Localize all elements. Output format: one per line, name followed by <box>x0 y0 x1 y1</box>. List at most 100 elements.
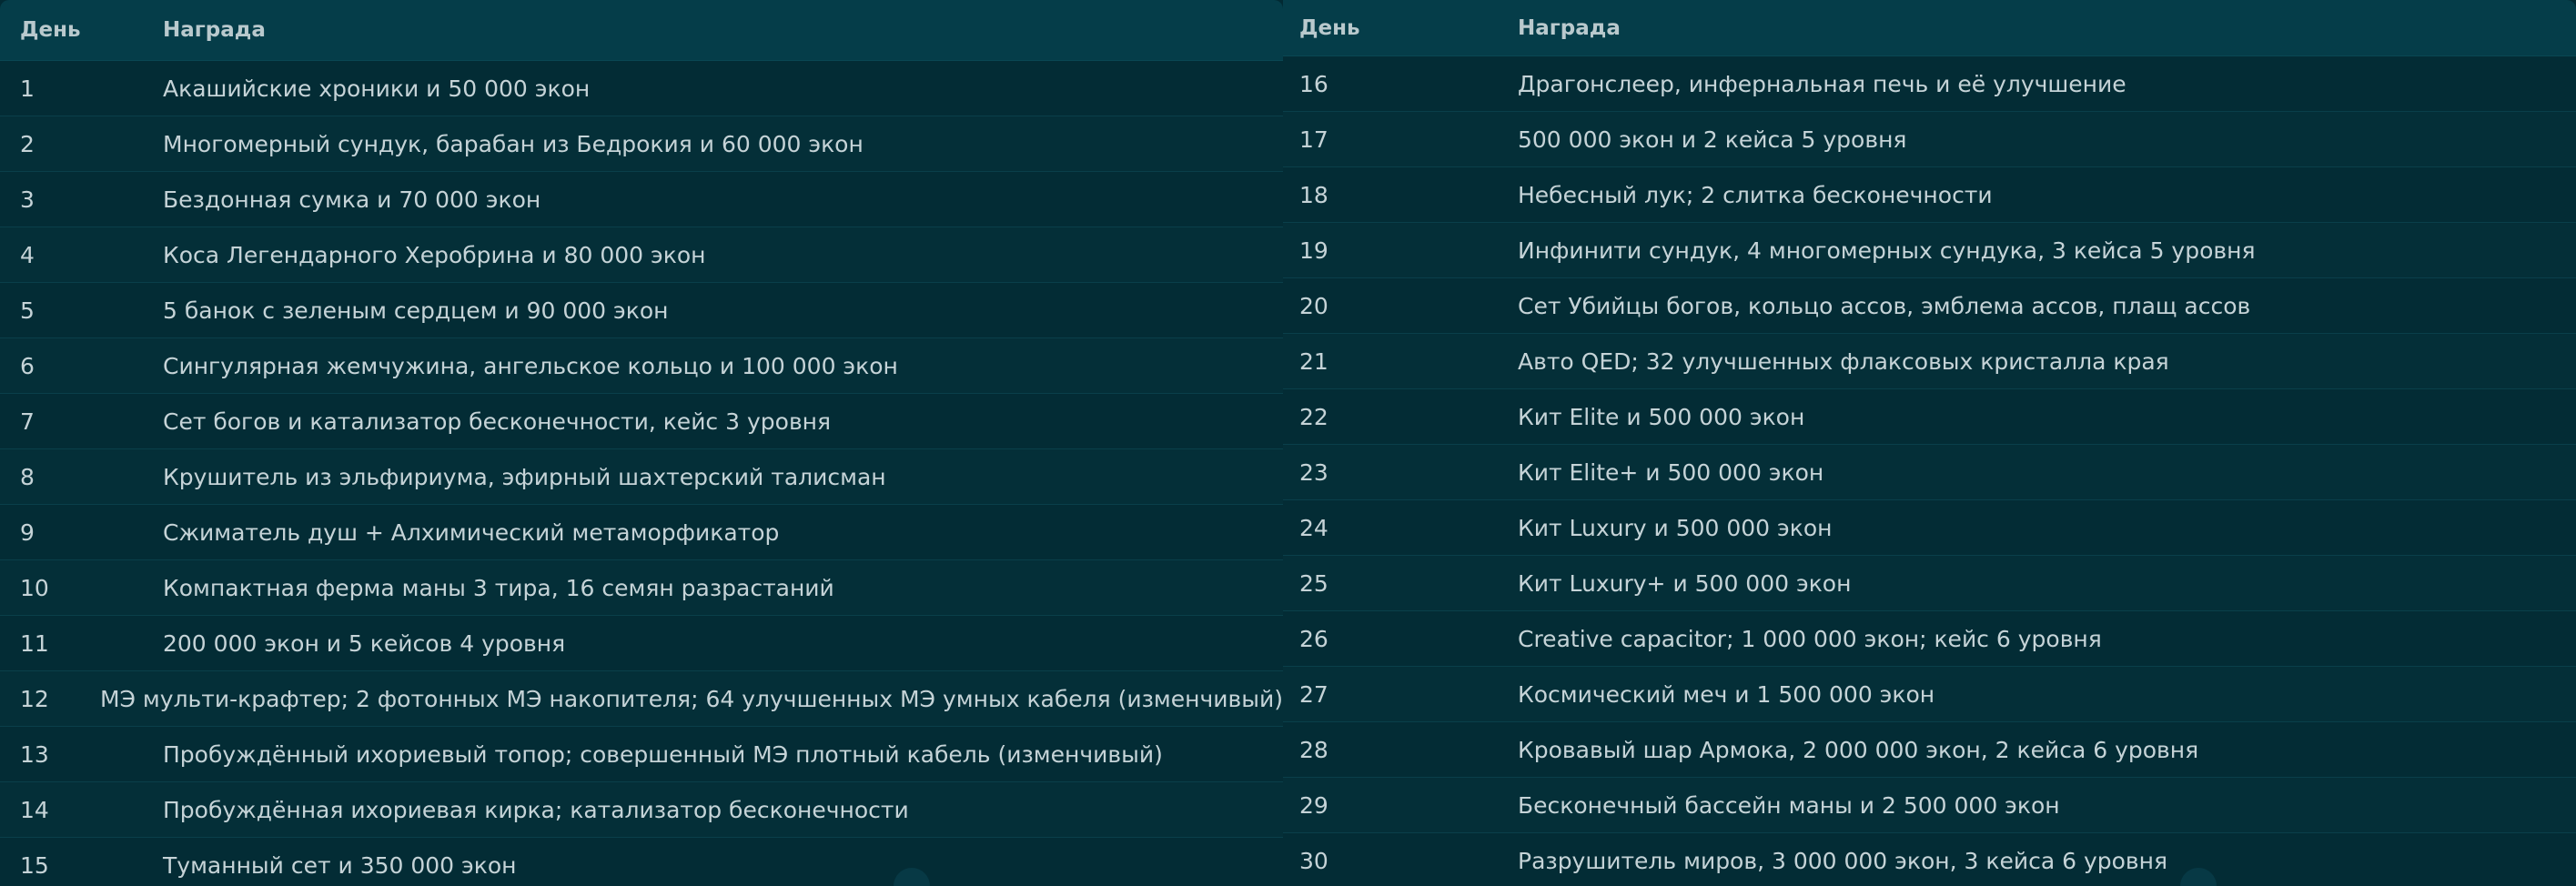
cell-reward: Кит Elite и 500 000 экон <box>1518 403 1805 430</box>
cell-reward: Авто QED; 32 улучшенных флаксовых криста… <box>1518 347 2169 375</box>
cell-day: 13 <box>20 740 49 768</box>
cell-day: 9 <box>20 519 35 546</box>
table-row: 11 200 000 экон и 5 кейсов 4 уровня <box>0 616 1283 671</box>
cell-day: 11 <box>20 629 49 657</box>
cell-reward: Космический меч и 1 500 000 экон <box>1518 680 1935 708</box>
cell-day: 22 <box>1299 403 1328 430</box>
table-row: 1 Акашийские хроники и 50 000 экон <box>0 61 1283 116</box>
cell-day: 6 <box>20 352 35 379</box>
table-row: 8 Крушитель из эльфириума, эфирный шахтер… <box>0 449 1283 505</box>
table-row: 2 Многомерный сундук, барабан из Бедрокия… <box>0 116 1283 172</box>
table-row: 27 Космический меч и 1 500 000 экон <box>1283 667 2576 722</box>
cell-day: 30 <box>1299 847 1328 874</box>
table-row: 29 Бесконечный бассейн маны и 2 500 000 э… <box>1283 778 2576 833</box>
cell-reward: 5 банок с зеленым сердцем и 90 000 экон <box>163 297 669 324</box>
cell-reward: Кровавый шар Армока, 2 000 000 экон, 2 к… <box>1518 736 2199 763</box>
cell-day: 16 <box>1299 70 1328 97</box>
cell-day: 15 <box>20 851 49 879</box>
cell-reward: Небесный лук; 2 слитка бесконечности <box>1518 181 1993 208</box>
cell-reward: 500 000 экон и 2 кейса 5 уровня <box>1518 126 1907 153</box>
table-row: 22 Кит Elite и 500 000 экон <box>1283 389 2576 445</box>
table-header: День Награда <box>1283 0 2576 56</box>
table-row: 23 Кит Elite+ и 500 000 экон <box>1283 445 2576 500</box>
cell-reward: Туманный сет и 350 000 экон <box>163 851 517 879</box>
table-body: 1 Акашийские хроники и 50 000 экон 2 Многом… <box>0 61 1283 886</box>
table-row: 10 Компактная ферма маны 3 тира, 16 семян… <box>0 560 1283 616</box>
cell-reward: Кит Luxury и 500 000 экон <box>1518 514 1833 541</box>
cell-day: 12 <box>20 685 49 712</box>
cell-reward: МЭ мульти-крафтер; 2 фотонных МЭ накопит… <box>99 685 1283 712</box>
table-row: 13 Пробуждённый ихориевый топор; совершен… <box>0 727 1283 782</box>
rewards-screen: День Награда 1 Акашийские хроники и 50 00… <box>0 0 2576 886</box>
cell-reward: Инфинити сундук, 4 многомерных сундука, … <box>1518 237 2256 264</box>
cell-day: 14 <box>20 796 49 823</box>
table-row: 16 Драгонслеер, инфернальная печь и её ул… <box>1283 56 2576 112</box>
cell-reward: Сет богов и катализатор бесконечности, к… <box>163 408 832 435</box>
cell-day: 19 <box>1299 237 1328 264</box>
cell-reward: Пробуждённый ихориевый топор; совершенны… <box>163 740 1163 768</box>
table-row: 18 Небесный лук; 2 слитка бесконечности <box>1283 167 2576 223</box>
cell-day: 21 <box>1299 347 1328 375</box>
table-row: 12 МЭ мульти-крафтер; 2 фотонных МЭ накоп… <box>0 671 1283 727</box>
table-row: 30 Разрушитель миров, 3 000 000 экон, 3 к… <box>1283 833 2576 886</box>
cell-day: 8 <box>20 463 35 490</box>
cell-reward: Бездонная сумка и 70 000 экон <box>163 186 541 213</box>
cell-reward: Кит Luxury+ и 500 000 экон <box>1518 569 1852 597</box>
rewards-table-left: День Награда 1 Акашийские хроники и 50 00… <box>0 0 1283 886</box>
cell-day: 1 <box>20 75 35 102</box>
cell-day: 25 <box>1299 569 1328 597</box>
cell-reward: Коса Легендарного Херобрина и 80 000 эко… <box>163 241 706 268</box>
table-row: 19 Инфинити сундук, 4 многомерных сундука… <box>1283 223 2576 278</box>
cell-day: 10 <box>20 574 49 601</box>
cell-reward: Многомерный сундук, барабан из Бедрокия … <box>163 130 864 157</box>
cell-reward: Сингулярная жемчужина, ангельское кольцо… <box>163 352 898 379</box>
table-row: 26 Creative capacitor; 1 000 000 экон; ке… <box>1283 611 2576 667</box>
cell-day: 26 <box>1299 625 1328 652</box>
cell-day: 7 <box>20 408 35 435</box>
cell-reward: Сжиматель душ + Алхимический метаморфика… <box>163 519 780 546</box>
cell-day: 3 <box>20 186 35 213</box>
rewards-table-right: День Награда 16 Драгонслеер, инфернальная… <box>1283 0 2576 886</box>
cell-reward: Разрушитель миров, 3 000 000 экон, 3 кей… <box>1518 847 2168 874</box>
cell-day: 28 <box>1299 736 1328 763</box>
cell-day: 17 <box>1299 126 1328 153</box>
cell-day: 2 <box>20 130 35 157</box>
cell-day: 24 <box>1299 514 1328 541</box>
cell-reward: Компактная ферма маны 3 тира, 16 семян р… <box>163 574 834 601</box>
cell-day: 4 <box>20 241 35 268</box>
cell-day: 20 <box>1299 292 1328 319</box>
table-row: 9 Сжиматель душ + Алхимический метаморфик… <box>0 505 1283 560</box>
cell-reward: Акашийские хроники и 50 000 экон <box>163 75 591 102</box>
cell-day: 18 <box>1299 181 1328 208</box>
cell-reward: Кит Elite+ и 500 000 экон <box>1518 458 1824 486</box>
table-row: 7 Сет богов и катализатор бесконечности, … <box>0 394 1283 449</box>
table-body: 16 Драгонслеер, инфернальная печь и её ул… <box>1283 56 2576 886</box>
header-reward: Награда <box>1518 15 1621 40</box>
table-row: 6 Сингулярная жемчужина, ангельское кольц… <box>0 338 1283 394</box>
table-row: 28 Кровавый шар Армока, 2 000 000 экон, 2… <box>1283 722 2576 778</box>
cell-reward: Крушитель из эльфириума, эфирный шахтерс… <box>163 463 886 490</box>
table-row: 21 Авто QED; 32 улучшенных флаксовых крис… <box>1283 334 2576 389</box>
cell-day: 5 <box>20 297 35 324</box>
table-row: 15 Туманный сет и 350 000 экон <box>0 838 1283 886</box>
cell-day: 27 <box>1299 680 1328 708</box>
cell-day: 23 <box>1299 458 1328 486</box>
cell-reward: Бесконечный бассейн маны и 2 500 000 эко… <box>1518 791 2060 819</box>
table-header: День Награда <box>0 0 1283 61</box>
table-row: 3 Бездонная сумка и 70 000 экон <box>0 172 1283 227</box>
table-row: 20 Сет Убийцы богов, кольцо ассов, эмблем… <box>1283 278 2576 334</box>
header-reward: Награда <box>163 18 266 42</box>
cell-reward: Пробуждённая ихориевая кирка; катализато… <box>163 796 909 823</box>
cell-day: 29 <box>1299 791 1328 819</box>
cell-reward: Сет Убийцы богов, кольцо ассов, эмблема … <box>1518 292 2251 319</box>
cell-reward: Драгонслеер, инфернальная печь и её улуч… <box>1518 70 2126 97</box>
table-row: 4 Коса Легендарного Херобрина и 80 000 эк… <box>0 227 1283 283</box>
cell-reward: Creative capacitor; 1 000 000 экон; кейс… <box>1518 625 2102 652</box>
table-row: 24 Кит Luxury и 500 000 экон <box>1283 500 2576 556</box>
header-day: День <box>1299 15 1360 40</box>
table-row: 17 500 000 экон и 2 кейса 5 уровня <box>1283 112 2576 167</box>
header-day: День <box>20 18 81 42</box>
table-row: 14 Пробуждённая ихориевая кирка; катализа… <box>0 782 1283 838</box>
cell-reward: 200 000 экон и 5 кейсов 4 уровня <box>163 629 566 657</box>
table-row: 5 5 банок с зеленым сердцем и 90 000 экон <box>0 283 1283 338</box>
